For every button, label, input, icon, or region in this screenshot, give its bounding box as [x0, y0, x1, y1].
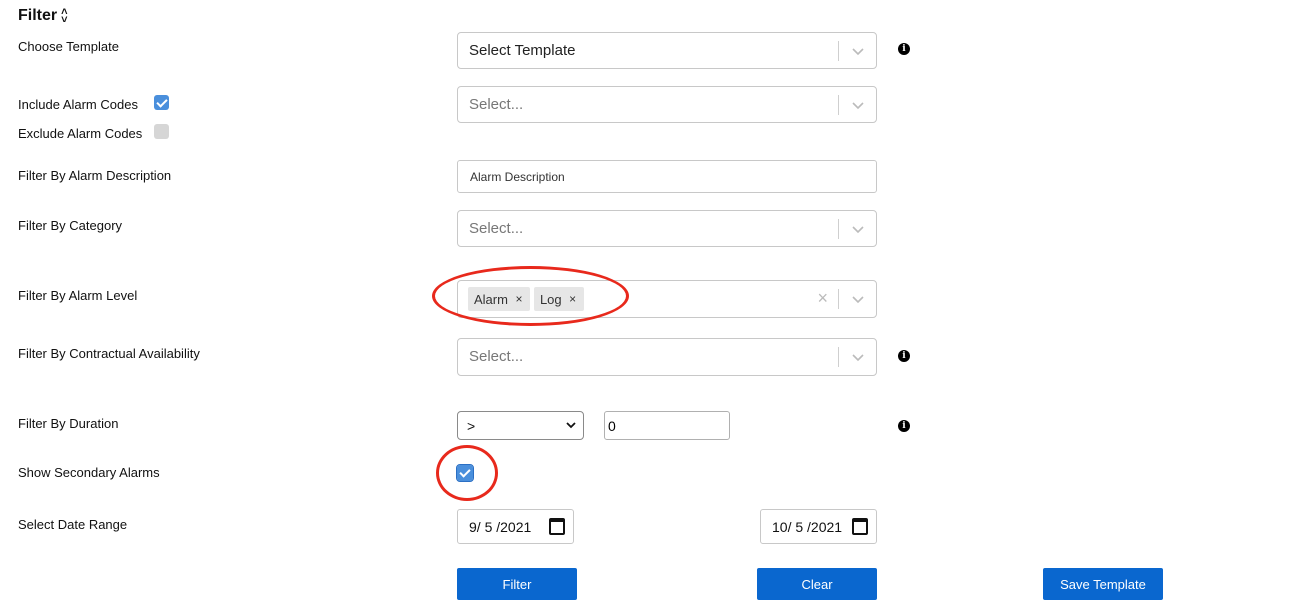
contractual-availability-select[interactable]: Select... [457, 338, 877, 376]
filter-button[interactable]: Filter [457, 568, 577, 600]
info-icon[interactable]: i [898, 420, 910, 432]
category-select[interactable]: Select... [457, 210, 877, 247]
end-date-input[interactable]: 10/ 5 /2021 [760, 509, 877, 544]
choose-template-label: Choose Template [18, 39, 119, 54]
end-date-value: 10/ 5 /2021 [772, 519, 843, 535]
alarm-description-input[interactable] [457, 160, 877, 193]
select-separator [838, 347, 839, 367]
annotation-ring [436, 445, 498, 501]
exclude-alarm-codes-label: Exclude Alarm Codes [18, 126, 143, 141]
calendar-icon[interactable] [852, 518, 868, 535]
chevron-down-icon[interactable] [850, 291, 866, 307]
alarm-level-label: Filter By Alarm Level [18, 288, 138, 303]
select-separator [838, 95, 839, 115]
date-range-label: Select Date Range [18, 517, 128, 532]
select-separator [838, 219, 839, 239]
calendar-icon[interactable] [549, 518, 565, 535]
chevron-down-icon[interactable] [850, 221, 866, 237]
filter-header[interactable]: Filter ˄ ˅ [18, 7, 68, 26]
annotation-ring [432, 266, 629, 326]
include-alarm-codes-label: Include Alarm Codes [18, 97, 138, 112]
category-placeholder: Select... [469, 220, 524, 237]
chevron-collapse-icon[interactable]: ˄ ˅ [61, 7, 67, 26]
include-alarm-codes-checkbox[interactable] [154, 95, 169, 110]
chevron-down-icon[interactable] [850, 97, 866, 113]
chevron-down-icon[interactable] [850, 349, 866, 365]
select-separator [838, 289, 839, 309]
chevron-down-icon[interactable] [850, 43, 866, 59]
clear-button[interactable]: Clear [757, 568, 877, 600]
save-template-button[interactable]: Save Template [1043, 568, 1163, 600]
secondary-alarms-label: Show Secondary Alarms [18, 465, 160, 480]
chevron-down-icon [566, 422, 576, 429]
duration-label: Filter By Duration [18, 416, 119, 431]
alarm-codes-placeholder: Select... [469, 96, 524, 113]
select-separator [838, 41, 839, 61]
duration-operator-select[interactable]: > [457, 411, 584, 440]
duration-operator-value: > [467, 418, 476, 434]
info-icon[interactable]: i [898, 43, 910, 55]
start-date-value: 9/ 5 /2021 [469, 519, 532, 535]
contractual-availability-label: Filter By Contractual Availability [18, 346, 200, 361]
info-icon[interactable]: i [898, 350, 910, 362]
template-select[interactable]: Select Template [457, 32, 877, 69]
exclude-alarm-codes-checkbox[interactable] [154, 124, 169, 139]
duration-value-input[interactable] [604, 411, 730, 440]
start-date-input[interactable]: 9/ 5 /2021 [457, 509, 574, 544]
clear-icon[interactable]: × [817, 288, 828, 309]
contractual-placeholder: Select... [469, 348, 524, 365]
alarm-description-label: Filter By Alarm Description [18, 168, 172, 183]
category-label: Filter By Category [18, 218, 123, 233]
template-select-value: Select Template [469, 42, 576, 59]
alarm-codes-select[interactable]: Select... [457, 86, 877, 123]
filter-title: Filter [18, 7, 58, 24]
